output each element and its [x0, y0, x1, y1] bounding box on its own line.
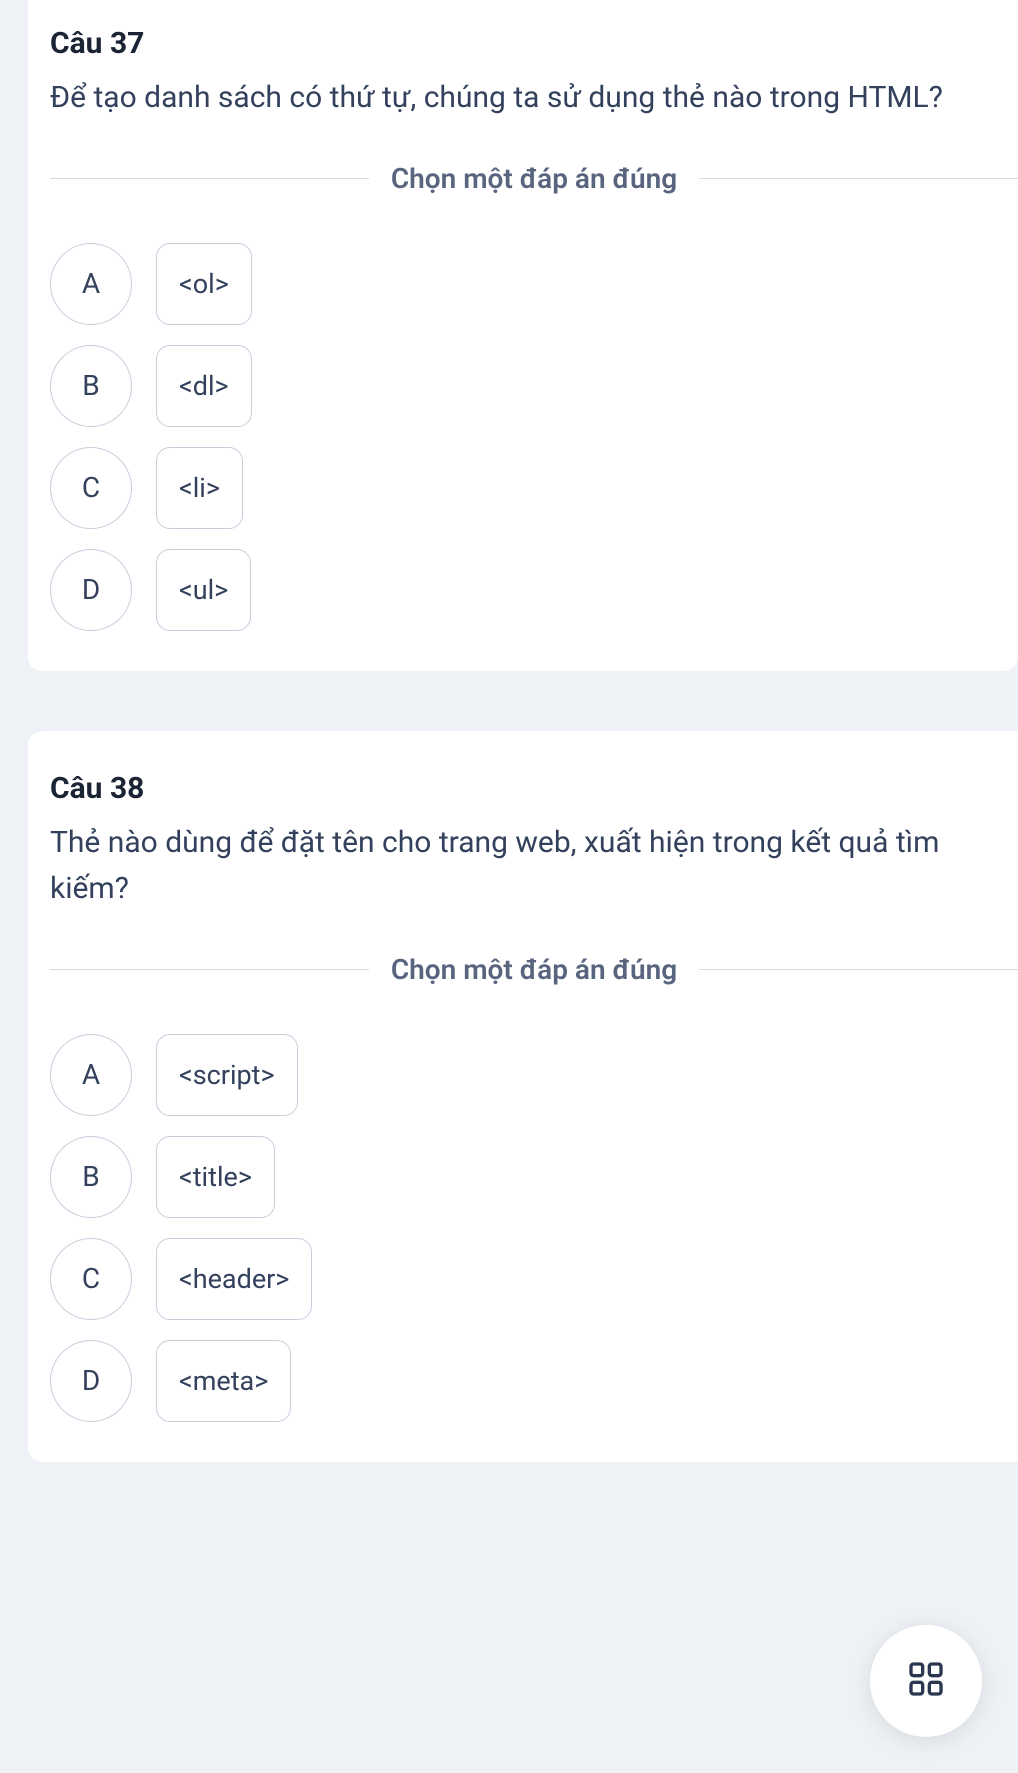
- grid-icon: [906, 1659, 946, 1703]
- option-d[interactable]: D <meta>: [50, 1340, 1018, 1422]
- instruction-divider: Chọn một đáp án đúng: [50, 953, 1018, 986]
- option-label: <dl>: [156, 345, 252, 427]
- options-list: A <script> B <title> C <header> D <meta>: [50, 1034, 1018, 1422]
- option-b[interactable]: B <dl>: [50, 345, 1018, 427]
- option-letter: D: [50, 1340, 132, 1422]
- instruction-text: Chọn một đáp án đúng: [391, 162, 677, 195]
- instruction-divider: Chọn một đáp án đúng: [50, 162, 1018, 195]
- option-letter: D: [50, 549, 132, 631]
- grid-menu-button[interactable]: [870, 1625, 982, 1737]
- option-label: <meta>: [156, 1340, 291, 1422]
- question-title: Câu 37: [50, 26, 1018, 61]
- question-card: Câu 38 Thẻ nào dùng để đặt tên cho trang…: [28, 731, 1018, 1462]
- option-label: <ol>: [156, 243, 252, 325]
- option-d[interactable]: D <ul>: [50, 549, 1018, 631]
- divider-line: [699, 178, 1018, 179]
- option-c[interactable]: C <li>: [50, 447, 1018, 529]
- option-letter: C: [50, 1238, 132, 1320]
- option-letter: A: [50, 243, 132, 325]
- option-letter: B: [50, 345, 132, 427]
- option-a[interactable]: A <ol>: [50, 243, 1018, 325]
- option-c[interactable]: C <header>: [50, 1238, 1018, 1320]
- option-letter: C: [50, 447, 132, 529]
- divider-line: [50, 969, 369, 970]
- question-text: Thẻ nào dùng để đặt tên cho trang web, x…: [50, 820, 1018, 913]
- options-list: A <ol> B <dl> C <li> D <ul>: [50, 243, 1018, 631]
- instruction-text: Chọn một đáp án đúng: [391, 953, 677, 986]
- option-label: <title>: [156, 1136, 275, 1218]
- question-card: Câu 37 Để tạo danh sách có thứ tự, chúng…: [28, 0, 1018, 671]
- option-label: <script>: [156, 1034, 298, 1116]
- option-label: <li>: [156, 447, 243, 529]
- question-title: Câu 38: [50, 771, 1018, 806]
- option-label: <header>: [156, 1238, 312, 1320]
- option-b[interactable]: B <title>: [50, 1136, 1018, 1218]
- question-text: Để tạo danh sách có thứ tự, chúng ta sử …: [50, 75, 1018, 122]
- option-label: <ul>: [156, 549, 251, 631]
- option-letter: A: [50, 1034, 132, 1116]
- option-a[interactable]: A <script>: [50, 1034, 1018, 1116]
- divider-line: [699, 969, 1018, 970]
- divider-line: [50, 178, 369, 179]
- option-letter: B: [50, 1136, 132, 1218]
